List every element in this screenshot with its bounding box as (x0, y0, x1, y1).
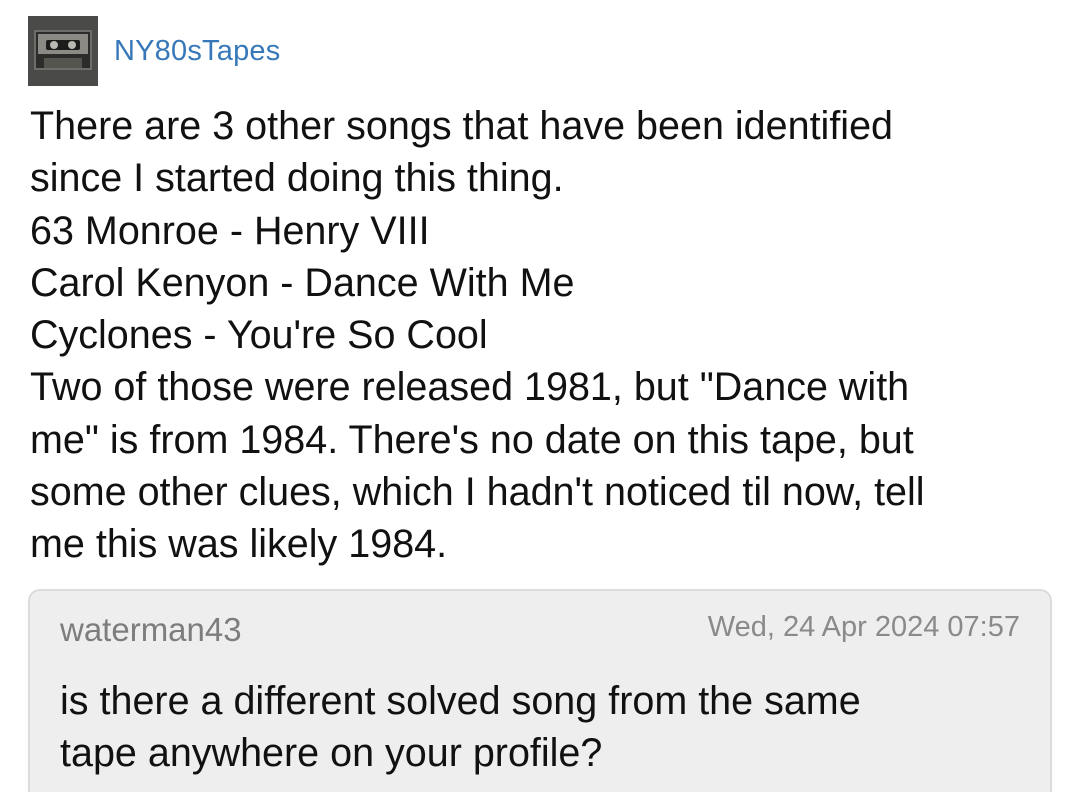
tape-reel-right (68, 41, 76, 49)
post-line: Two of those were released 1981, but "Da… (30, 365, 910, 410)
reply-card[interactable]: waterman43 Wed, 24 Apr 2024 07:57 is the… (28, 589, 1052, 792)
post-line: me this was likely 1984. (30, 522, 448, 567)
post-line: Carol Kenyon - Dance With Me (30, 260, 575, 305)
post-header: NY80sTapes (28, 16, 280, 86)
reply-timestamp: Wed, 24 Apr 2024 07:57 (707, 611, 1020, 643)
post-line: 63 Monroe - Henry VIII (30, 208, 430, 253)
reply-body: is there a different solved song from th… (60, 675, 1020, 779)
comment-post: NY80sTapes There are 3 other songs that … (0, 0, 1080, 792)
post-line: me" is from 1984. There's no date on thi… (30, 417, 914, 462)
reply-line: is there a different solved song from th… (60, 679, 861, 723)
avatar[interactable] (28, 16, 98, 86)
tape-bottom (44, 58, 82, 68)
author-username-link[interactable]: NY80sTapes (114, 35, 280, 68)
tape-reel-left (50, 41, 58, 49)
post-line: There are 3 other songs that have been i… (30, 104, 894, 148)
post-line: since I started doing this thing. (30, 156, 564, 201)
post-line: Cyclones - You're So Cool (30, 313, 488, 358)
reply-author-username[interactable]: waterman43 (60, 611, 242, 649)
reply-line: tape anywhere on your profile? (60, 731, 603, 775)
post-line: some other clues, which I hadn't noticed… (30, 470, 925, 515)
post-body: There are 3 other songs that have been i… (30, 100, 1060, 571)
